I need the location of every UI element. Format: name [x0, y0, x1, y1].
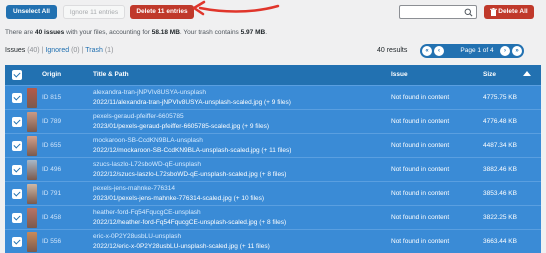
media-title-link[interactable]: pexels-geraud-pfeiffer-6605785 [93, 113, 184, 120]
column-issue[interactable]: Issue [391, 71, 408, 78]
media-path: 2022/12/szucs-laszlo-L72sboWD-qE-unsplas… [93, 171, 287, 178]
media-id-link[interactable]: ID 458 [42, 214, 61, 221]
file-size: 3882.46 KB [483, 166, 517, 173]
summary-text: There are 40 issues with your files, acc… [5, 29, 267, 36]
file-size: 3853.46 KB [483, 190, 517, 197]
row-checkbox[interactable] [12, 141, 22, 151]
first-page-button[interactable]: « [422, 46, 432, 56]
issue-text: Not found in content [391, 94, 450, 101]
file-size: 4487.34 KB [483, 142, 517, 149]
media-id-link[interactable]: ID 789 [42, 118, 61, 125]
media-id-link[interactable]: ID 791 [42, 190, 61, 197]
thumbnail-image[interactable] [27, 208, 37, 228]
issues-size: 58.18 MB [151, 29, 180, 36]
table-row[interactable]: ID 655 mockaroon-SB-CcdKN9BLA-unsplash 202… [5, 133, 541, 157]
table-row[interactable]: ID 458 heather-ford-Fq54FqucgCE-unsplash 2… [5, 205, 541, 229]
table-row[interactable]: ID 791 pexels-jens-mahnke-776314 2023/01/p… [5, 181, 541, 205]
search-icon[interactable] [464, 8, 473, 17]
sort-asc-icon[interactable] [523, 71, 531, 76]
tab-issues[interactable]: Issues [5, 47, 25, 54]
toolbar: Unselect All Ignore 11 entries Delete 11… [0, 0, 546, 24]
tab-issues-count: (40) [27, 47, 40, 54]
thumbnail-image[interactable] [27, 88, 37, 108]
media-path: 2023/01/pexels-jens-mahnke-776314-scaled… [93, 195, 265, 202]
file-size: 4775.75 KB [483, 94, 517, 101]
unselect-all-button[interactable]: Unselect All [6, 5, 57, 19]
file-size: 4776.48 KB [483, 118, 517, 125]
issue-text: Not found in content [391, 118, 450, 125]
issue-text: Not found in content [391, 190, 450, 197]
issue-text: Not found in content [391, 214, 450, 221]
summary-trash-text: . Your trash contains [179, 29, 241, 36]
column-size[interactable]: Size [483, 71, 496, 78]
issue-text: Not found in content [391, 142, 450, 149]
file-size: 3663.44 KB [483, 238, 517, 245]
trash-icon [490, 8, 497, 16]
media-path: 2022/12/eric-x-0P2Y28usbLU-unsplash-scal… [93, 243, 270, 250]
row-checkbox[interactable] [12, 93, 22, 103]
row-checkbox[interactable] [12, 117, 22, 127]
tab-ignored-count: (0) [71, 47, 80, 54]
media-path: 2022/12/heather-ford-Fq54FqucgCE-unsplas… [93, 219, 287, 226]
media-path: 2022/11/alexandra-tran-jNPVIv8USYA-unspl… [93, 99, 291, 106]
media-title-link[interactable]: pexels-jens-mahnke-776314 [93, 185, 175, 192]
thumbnail-image[interactable] [27, 232, 37, 252]
file-size: 3822.25 KB [483, 214, 517, 221]
row-checkbox[interactable] [12, 237, 22, 247]
tab-trash[interactable]: Trash [85, 47, 103, 54]
ignore-entries-button[interactable]: Ignore 11 entries [63, 5, 125, 19]
summary-middle: with your files, accounting for [64, 29, 152, 36]
row-checkbox[interactable] [12, 213, 22, 223]
table-header: Origin Title & Path Issue Size [5, 65, 541, 85]
thumbnail-image[interactable] [27, 136, 37, 156]
row-checkbox[interactable] [12, 165, 22, 175]
table-row[interactable]: ID 556 eric-x-0P2Y28usbLU-unsplash 2022/12… [5, 229, 541, 253]
table-row[interactable]: ID 496 szucs-laszlo-L72sboWD-qE-unsplash 2… [5, 157, 541, 181]
issues-count: 40 issues [35, 29, 65, 36]
media-title-link[interactable]: eric-x-0P2Y28usbLU-unsplash [93, 233, 181, 240]
media-title-link[interactable]: szucs-laszlo-L72sboWD-qE-unsplash [93, 161, 201, 168]
search-input[interactable] [399, 5, 477, 19]
thumbnail-image[interactable] [27, 112, 37, 132]
table-row[interactable]: ID 815 alexandra-tran-jNPVIv8USYA-unsplas… [5, 85, 541, 109]
media-path: 2022/12/mockaroon-SB-CcdKN9BLA-unsplash-… [93, 147, 292, 154]
results-count: 40 results [377, 47, 408, 54]
issue-text: Not found in content [391, 166, 450, 173]
delete-entries-button[interactable]: Delete 11 entries [130, 5, 194, 19]
media-title-link[interactable]: heather-ford-Fq54FqucgCE-unsplash [93, 209, 201, 216]
trash-size: 5.97 MB [240, 29, 266, 36]
tab-separator: | [81, 47, 84, 54]
pagination: « ‹ Page 1 of 4 › » [420, 44, 524, 58]
annotation-arrow-icon [192, 0, 280, 16]
media-path: 2023/01/pexels-geraud-pfeiffer-6605785-s… [93, 123, 270, 130]
tab-trash-count: (1) [104, 47, 114, 54]
delete-all-label: Delete All [498, 8, 528, 15]
row-checkbox[interactable] [12, 189, 22, 199]
next-page-button[interactable]: › [500, 46, 510, 56]
media-id-link[interactable]: ID 655 [42, 142, 61, 149]
column-title[interactable]: Title & Path [93, 71, 129, 78]
table-row[interactable]: ID 789 pexels-geraud-pfeiffer-6605785 2023… [5, 109, 541, 133]
media-title-link[interactable]: alexandra-tran-jNPVIv8USYA-unsplash [93, 89, 206, 96]
tab-ignored[interactable]: Ignored [45, 47, 69, 54]
prev-page-button[interactable]: ‹ [434, 46, 444, 56]
thumbnail-image[interactable] [27, 184, 37, 204]
page-indicator: Page 1 of 4 [460, 47, 494, 54]
media-id-link[interactable]: ID 496 [42, 166, 61, 173]
thumbnail-image[interactable] [27, 160, 37, 180]
select-all-checkbox[interactable] [12, 70, 22, 80]
media-id-link[interactable]: ID 556 [42, 238, 61, 245]
delete-all-button[interactable]: Delete All [484, 5, 534, 19]
summary-suffix: . [265, 29, 268, 36]
issue-text: Not found in content [391, 238, 450, 245]
media-title-link[interactable]: mockaroon-SB-CcdKN9BLA-unsplash [93, 137, 203, 144]
tab-separator: | [41, 47, 44, 54]
last-page-button[interactable]: » [512, 46, 522, 56]
media-id-link[interactable]: ID 815 [42, 94, 61, 101]
filter-tabs: Issues (40) | Ignored (0) | Trash (1) [5, 47, 113, 54]
summary-prefix: There are [5, 29, 35, 36]
column-origin[interactable]: Origin [42, 71, 61, 78]
